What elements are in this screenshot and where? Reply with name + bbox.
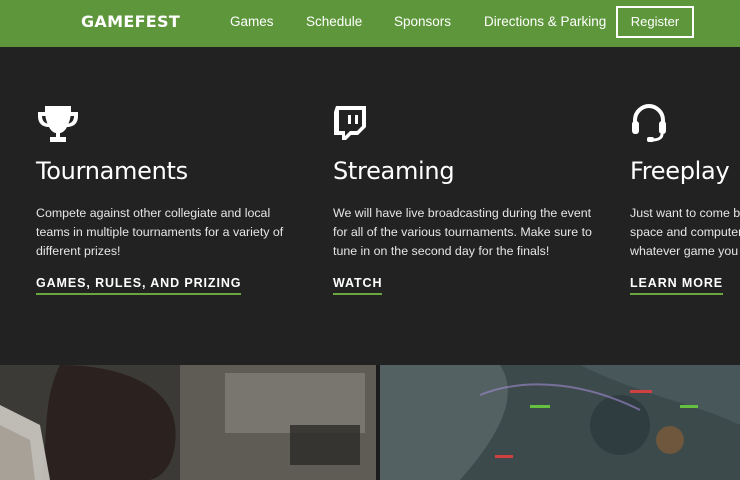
nav-link-directions-parking[interactable]: Directions & Parking	[484, 14, 606, 29]
feature-description: We will have live broadcasting during th…	[333, 206, 592, 259]
top-navigation-bar: GAMEFEST Games Schedule Sponsors Directi…	[0, 0, 740, 47]
game-screenshot	[380, 365, 740, 480]
learn-more-link[interactable]: LEARN MORE	[630, 276, 724, 295]
twitch-icon	[333, 105, 367, 146]
gamefest-logo[interactable]: GAMEFEST	[81, 12, 180, 31]
features-section: Tournaments Compete against other colleg…	[0, 47, 740, 365]
feature-title: Streaming	[333, 157, 455, 185]
nav-link-games[interactable]: Games	[230, 14, 274, 29]
feature-description: Just want to come by and play? We have s…	[630, 206, 740, 259]
watch-link[interactable]: WATCH	[333, 276, 383, 295]
register-button[interactable]: Register	[616, 6, 694, 38]
nav-link-schedule[interactable]: Schedule	[306, 14, 362, 29]
gamer-photo	[0, 365, 376, 480]
feature-title: Tournaments	[36, 157, 188, 185]
photo-strip	[0, 365, 740, 480]
games-rules-prizing-link[interactable]: GAMES, RULES, AND PRIZING	[36, 276, 242, 295]
feature-title: Freeplay	[630, 157, 730, 185]
headset-icon	[630, 103, 670, 148]
nav-link-sponsors[interactable]: Sponsors	[394, 14, 451, 29]
feature-description: Compete against other collegiate and loc…	[36, 206, 284, 259]
trophy-icon	[36, 103, 80, 148]
